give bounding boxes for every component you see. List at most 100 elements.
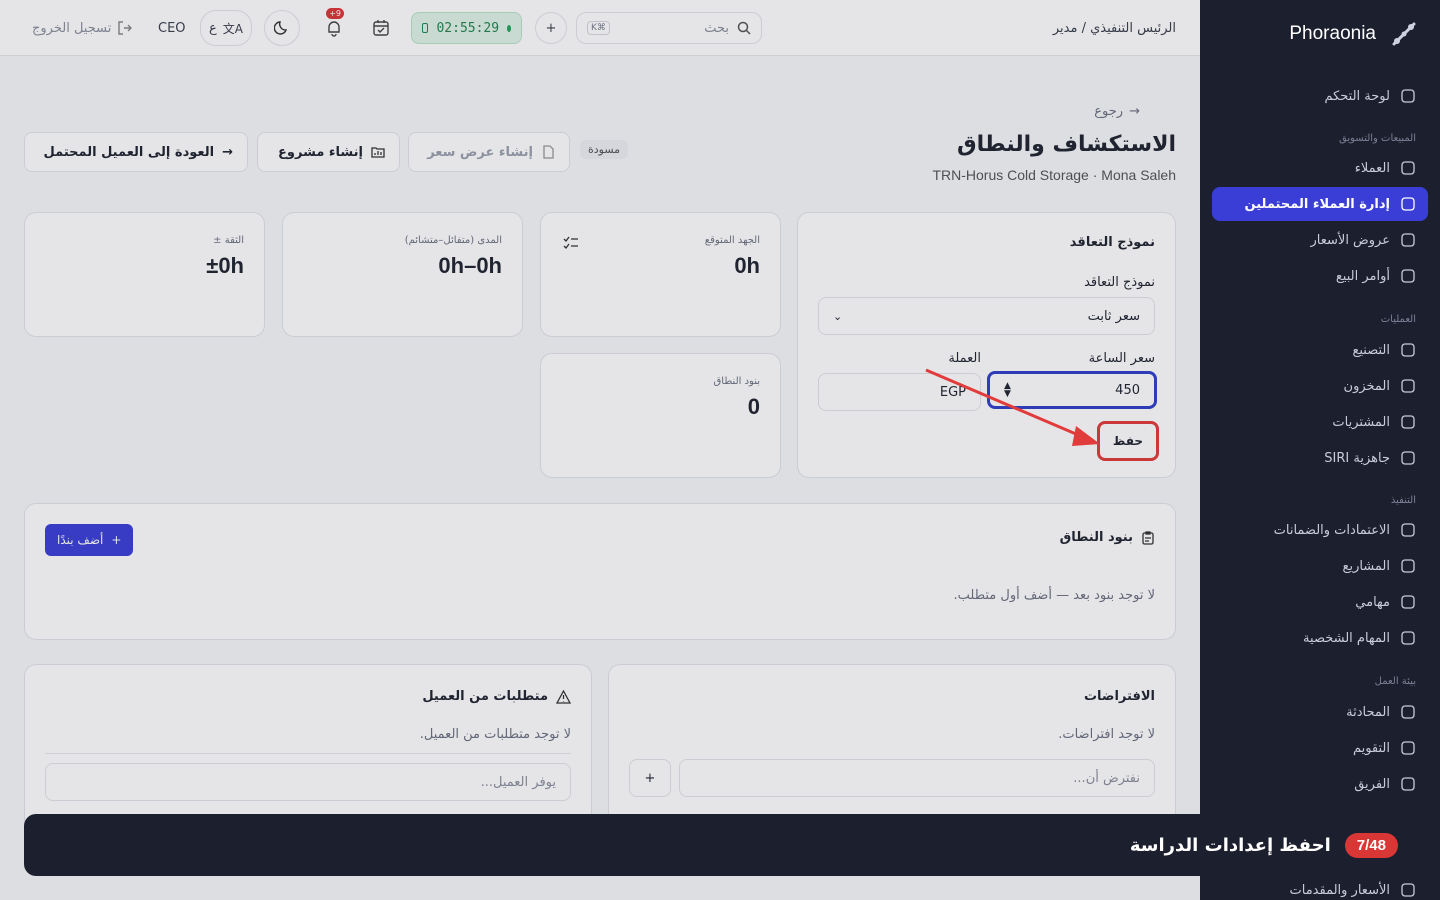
clipboard-icon bbox=[1401, 269, 1415, 283]
sidebar-item[interactable]: الأسعار والمقدمات bbox=[1212, 873, 1428, 900]
sidebar-item-label: العملاء bbox=[1354, 160, 1390, 176]
sidebar-item-label: المشاريع bbox=[1342, 558, 1390, 574]
sidebar-item-label: إدارة العملاء المحتملين bbox=[1244, 196, 1390, 212]
search-icon bbox=[737, 21, 751, 35]
sidebar-item[interactable]: الاعتمادات والضمانات bbox=[1212, 513, 1428, 547]
model-label: نموذج التعاقد bbox=[1084, 275, 1155, 290]
sidebar-item[interactable]: عروض الأسعار bbox=[1212, 223, 1428, 257]
sidebar-item-label: لوحة التحكم bbox=[1324, 88, 1390, 104]
model-value: سعر ثابت bbox=[1087, 308, 1140, 324]
brand[interactable]: Phoraonia bbox=[1289, 20, 1418, 48]
add-button[interactable]: + bbox=[535, 12, 567, 44]
breadcrumb: الرئيس التنفيذي / مدير bbox=[1052, 20, 1176, 36]
file-icon bbox=[1401, 233, 1415, 247]
client-requirements-empty-text: لا توجد متطلبات من العميل. bbox=[419, 727, 571, 742]
scope-card: بنود النطاق + أضف بندًا لا توجد بنود بعد… bbox=[24, 503, 1176, 640]
search-placeholder: بحث bbox=[704, 20, 729, 36]
stat-value: 0 bbox=[747, 394, 760, 419]
add-scope-item-label: أضف بندًا bbox=[57, 533, 104, 547]
calendar-icon bbox=[1401, 741, 1415, 755]
assumptions-title: الافتراضات bbox=[1083, 689, 1155, 704]
search-shortcut: K⌘ bbox=[587, 21, 610, 35]
stat-card: ± الثقة ±0h bbox=[24, 212, 265, 337]
moon-icon bbox=[274, 21, 288, 35]
stat-value: 0h–0h bbox=[438, 253, 502, 278]
calendar-button[interactable] bbox=[365, 12, 397, 44]
sidebar-item[interactable]: إدارة العملاء المحتملين bbox=[1212, 187, 1428, 221]
document-icon bbox=[543, 145, 554, 159]
sidebar-item-label: جاهزية SIRI bbox=[1324, 450, 1390, 466]
client-requirement-input[interactable]: يوفر العميل... bbox=[45, 763, 571, 801]
sidebar-item[interactable]: أوامر البيع bbox=[1212, 259, 1428, 293]
folder-chart-icon bbox=[1401, 559, 1415, 573]
sidebar-item-label: الاعتمادات والضمانات bbox=[1273, 522, 1390, 538]
sidebar-item-label: الفريق bbox=[1354, 776, 1390, 792]
sidebar-item[interactable]: مهامي bbox=[1212, 585, 1428, 619]
stat-card: الجهد المتوقع 0h bbox=[540, 212, 781, 337]
sidebar-section-label: التنفيذ bbox=[1390, 495, 1416, 506]
logo-icon bbox=[1392, 22, 1416, 46]
sidebar-item-label: الأسعار والمقدمات bbox=[1289, 882, 1391, 898]
back-to-lead-button[interactable]: → العودة إلى العميل المحتمل bbox=[24, 132, 248, 172]
list-check-icon bbox=[1401, 595, 1415, 609]
search-input[interactable]: K⌘ بحث bbox=[576, 12, 762, 44]
sidebar-item-label: المحادثة bbox=[1346, 704, 1390, 720]
stat-label: المدى (متفائل–متشائم) bbox=[404, 235, 502, 246]
sidebar-item[interactable]: المحادثة bbox=[1212, 695, 1428, 729]
notifications-button[interactable]: +9 bbox=[318, 8, 350, 44]
sidebar-item-label: التقويم bbox=[1352, 740, 1390, 756]
stat-label: ± الثقة bbox=[213, 235, 244, 246]
target-icon bbox=[1401, 197, 1415, 211]
warehouse-icon bbox=[1401, 379, 1415, 393]
sidebar-item[interactable]: المخزون bbox=[1212, 369, 1428, 403]
logout-label: تسجيل الخروج bbox=[32, 20, 112, 36]
create-project-button[interactable]: إنشاء مشروع bbox=[257, 132, 400, 172]
assumption-input[interactable]: نفترض أن... bbox=[679, 759, 1155, 797]
client-requirement-placeholder: يوفر العميل... bbox=[480, 774, 556, 790]
divider bbox=[45, 753, 571, 754]
tour-arrow-icon bbox=[925, 368, 1100, 446]
theme-toggle[interactable] bbox=[264, 10, 300, 46]
grid-icon bbox=[1401, 89, 1415, 103]
sidebar-item[interactable]: التقويم bbox=[1212, 731, 1428, 765]
contact-icon bbox=[1401, 161, 1415, 175]
stat-value: ±0h bbox=[206, 253, 244, 278]
stat-label: الجهد المتوقع bbox=[704, 235, 760, 246]
model-select[interactable]: سعر ثابت ⌄ bbox=[818, 297, 1155, 335]
add-scope-item-button[interactable]: + أضف بندًا bbox=[45, 524, 134, 556]
add-assumption-button[interactable]: + bbox=[629, 759, 671, 797]
sidebar-item-label: المخزون bbox=[1343, 378, 1390, 394]
sidebar-item[interactable]: العملاء bbox=[1212, 151, 1428, 185]
stat-card: المدى (متفائل–متشائم) 0h–0h bbox=[282, 212, 523, 337]
sidebar-item[interactable]: الفريق bbox=[1212, 767, 1428, 801]
translate-icon: 文A bbox=[222, 21, 243, 36]
back-to-lead-label: العودة إلى العميل المحتمل bbox=[43, 144, 215, 160]
factory-icon bbox=[1401, 343, 1415, 357]
sidebar-item-label: أوامر البيع bbox=[1335, 268, 1390, 284]
clipboard-list-icon bbox=[1401, 631, 1415, 645]
timer[interactable]: 02:55:29 bbox=[411, 12, 522, 44]
sidebar-item[interactable]: لوحة التحكم bbox=[1212, 79, 1428, 113]
back-label: رجوع bbox=[1094, 104, 1124, 119]
language-toggle[interactable]: ع 文A bbox=[200, 10, 252, 46]
role-label: CEO bbox=[158, 20, 186, 36]
gauge-icon bbox=[1401, 451, 1415, 465]
sidebar-item-label: مهامي bbox=[1355, 594, 1390, 610]
arrow-right-icon: → bbox=[1129, 104, 1140, 119]
logout-icon bbox=[118, 21, 133, 35]
create-quote-button[interactable]: إنشاء عرض سعر bbox=[408, 132, 570, 172]
folder-chart-icon bbox=[371, 147, 385, 158]
scope-title: بنود النطاق bbox=[1059, 530, 1133, 545]
sidebar-item[interactable]: المشتريات bbox=[1212, 405, 1428, 439]
sidebar-item[interactable]: التصنيع bbox=[1212, 333, 1428, 367]
plus-icon: + bbox=[644, 770, 656, 786]
tag-icon bbox=[1401, 883, 1415, 897]
tour-step-badge: 7/48 bbox=[1344, 832, 1398, 858]
sidebar-section-label: العمليات bbox=[1380, 314, 1416, 325]
back-link[interactable]: → رجوع bbox=[1094, 104, 1140, 119]
sidebar-item[interactable]: المهام الشخصية bbox=[1212, 621, 1428, 655]
logout-button[interactable]: تسجيل الخروج bbox=[32, 12, 133, 44]
sidebar-item[interactable]: المشاريع bbox=[1212, 549, 1428, 583]
sidebar-item[interactable]: جاهزية SIRI bbox=[1212, 441, 1428, 475]
list-check-icon bbox=[563, 236, 578, 249]
